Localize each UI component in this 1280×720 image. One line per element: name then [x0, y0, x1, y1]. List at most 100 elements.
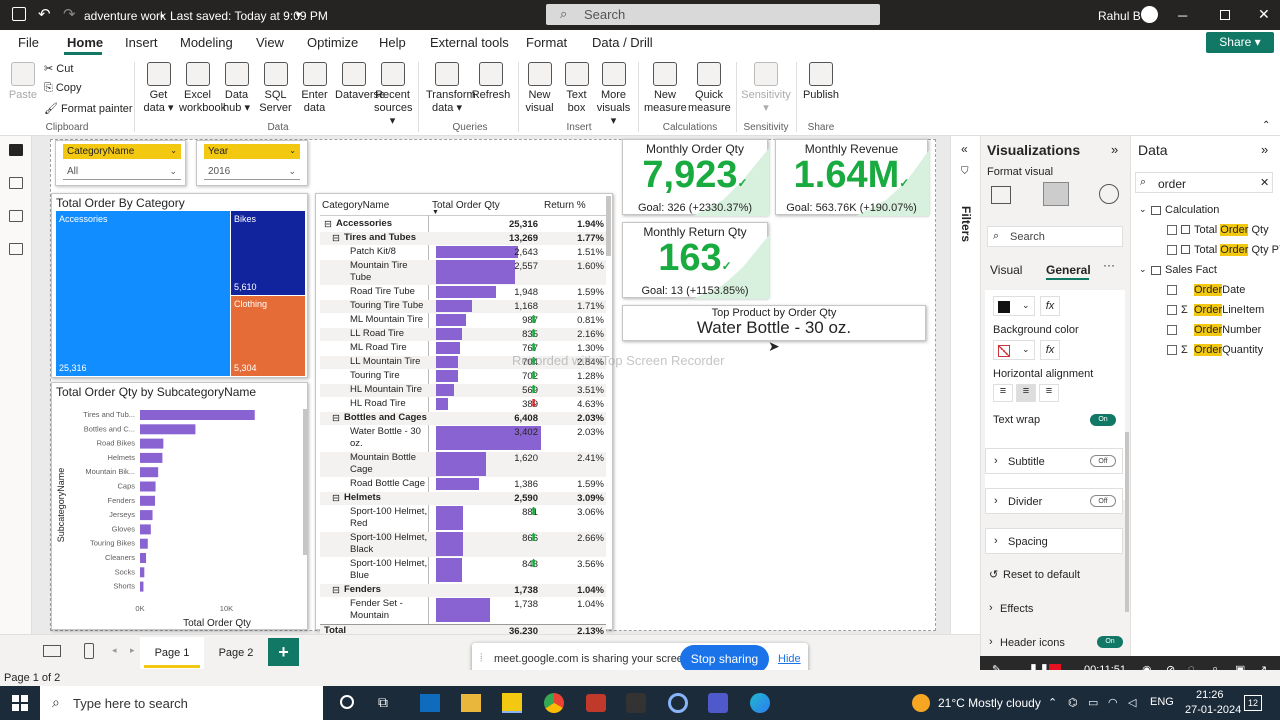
paste-button[interactable]: Paste [8, 62, 38, 102]
grammarly-icon[interactable] [668, 693, 688, 713]
table-row[interactable]: ⊟ Tires and Tubes 13,269 1.77% [320, 232, 606, 245]
field-checkbox[interactable] [1167, 305, 1177, 315]
calc-button-0[interactable]: New measure [644, 62, 687, 115]
reset-to-default-link[interactable]: Reset to default [1003, 569, 1080, 581]
table-row[interactable]: HL Road Tire 389 ⬇ 4.63% [320, 398, 606, 411]
table-row[interactable]: Patch Kit/8 2,643 1.51% [320, 246, 606, 259]
terminal-icon[interactable] [626, 693, 646, 713]
volume-icon[interactable]: ◁ [1128, 696, 1136, 709]
column-header[interactable]: Return % [544, 200, 586, 211]
bar[interactable] [140, 438, 164, 449]
queries-button-1[interactable]: Refresh [470, 62, 512, 102]
bar[interactable] [140, 524, 151, 535]
sensitivity-button[interactable]: Sensitivity ▾ [740, 62, 792, 115]
menu-view[interactable]: View [256, 35, 284, 50]
filters-label[interactable]: Filters [959, 206, 973, 242]
field-checkbox[interactable] [1167, 245, 1177, 255]
field-name[interactable]: Total Order Qty [1194, 224, 1269, 236]
clock-time[interactable]: 21:26 [1196, 689, 1224, 701]
menu-format[interactable]: Format [526, 35, 567, 50]
report-view-icon[interactable] [9, 144, 23, 156]
outlook-icon[interactable] [420, 694, 440, 712]
field-checkbox[interactable] [1167, 225, 1177, 235]
bar[interactable] [140, 481, 156, 492]
table-view-icon[interactable] [9, 177, 23, 189]
effects-section[interactable]: Effects [1000, 603, 1033, 615]
queries-button-0[interactable]: Transform data ▾ [426, 62, 476, 115]
last-saved[interactable]: Last saved: Today at 9:09 PM [170, 9, 328, 23]
table-row[interactable]: Fender Set - Mountain 1,738 1.04% [320, 598, 606, 623]
menu-file[interactable]: File [18, 35, 39, 50]
notification-icon[interactable]: 12 [1244, 695, 1262, 711]
table-row[interactable]: Sport-100 Helmet, Blue 843 ⬆ 3.56% [320, 558, 606, 583]
build-visual-icon[interactable] [991, 186, 1011, 204]
column-header[interactable]: CategoryName [322, 200, 389, 211]
slicer-dropdown[interactable]: 2016 ⌄ [204, 164, 300, 180]
menu-home[interactable]: Home [67, 35, 103, 50]
minimize-icon[interactable]: ─ [1178, 8, 1187, 23]
undo-icon[interactable]: ↶ [38, 5, 51, 23]
collapse-icon[interactable]: » [1261, 142, 1268, 157]
field-name[interactable]: OrderQuantity [1194, 344, 1263, 356]
more-options-icon[interactable]: ··· [1103, 258, 1115, 272]
bar[interactable] [140, 581, 144, 592]
collapse-icon[interactable]: ⊟ [324, 218, 332, 231]
table-name[interactable]: Calculation [1165, 204, 1219, 216]
display-icon[interactable]: ▭ [1088, 696, 1098, 709]
treemap-cell-bikes[interactable]: Bikes 5,610 [231, 211, 305, 295]
menu-help[interactable]: Help [379, 35, 406, 50]
tray-chevron-icon[interactable]: ⌃ [1048, 696, 1057, 709]
matrix-visual[interactable]: CategoryName Total Order Qty ▼ Return % … [315, 193, 613, 637]
maximize-icon[interactable] [1220, 10, 1230, 20]
redo-icon[interactable]: ↷ [63, 5, 76, 23]
menu-modeling[interactable]: Modeling [180, 35, 233, 50]
kpi-monthly-order-qty[interactable]: Monthly Order Qty 7,923✓ Goal: 326 (+233… [622, 139, 769, 216]
close-icon[interactable]: ✕ [1258, 6, 1270, 23]
table-row[interactable]: Road Bottle Cage 1,386 1.59% [320, 478, 606, 491]
table-row[interactable]: Water Bottle - 30 oz. 3,402 2.03% [320, 426, 606, 451]
page-tab-2[interactable]: Page 2 [206, 637, 266, 669]
add-page-button[interactable]: + [268, 638, 299, 666]
column-header[interactable]: Total Order Qty [432, 200, 500, 211]
filters-pane-collapsed[interactable]: « ⛉ Filters [950, 136, 980, 634]
menu-external-tools[interactable]: External tools [430, 35, 509, 50]
bar[interactable] [140, 410, 255, 420]
background-color-picker[interactable]: ⌄ [993, 340, 1035, 360]
drag-handle-icon[interactable]: ⦙ [480, 652, 482, 665]
search-box[interactable]: ⌕ Search [546, 4, 880, 25]
collapse-icon[interactable]: ⊟ [332, 492, 340, 505]
analytics-icon[interactable] [1099, 184, 1119, 204]
data-button-4[interactable]: Enter data [296, 62, 333, 115]
category-slicer[interactable]: CategoryName ⌄ All ⌄ [55, 140, 186, 186]
model-view-icon[interactable] [9, 210, 23, 222]
bar[interactable] [140, 538, 148, 549]
tab-visual[interactable]: Visual [990, 263, 1022, 277]
cortana-icon[interactable] [340, 695, 354, 709]
treemap-cell-clothing[interactable]: Clothing 5,304 [231, 296, 305, 376]
menu-data-drill[interactable]: Data / Drill [592, 35, 653, 50]
scrollbar[interactable] [606, 196, 611, 256]
collapse-icon[interactable]: ⊟ [332, 584, 340, 597]
desktop-layout-icon[interactable] [43, 645, 61, 657]
fx-button[interactable]: fx [1040, 340, 1060, 360]
file-explorer-icon[interactable] [461, 694, 481, 712]
table-row[interactable]: LL Road Tire 835 ⬆ 2.16% [320, 328, 606, 341]
text-wrap-toggle[interactable]: On [1090, 414, 1116, 426]
tab-general[interactable]: General [1046, 263, 1091, 277]
publish-button[interactable]: Publish [800, 62, 842, 102]
field-checkbox[interactable] [1167, 345, 1177, 355]
table-row[interactable]: Touring Tire Tube 1,168 1.71% [320, 300, 606, 313]
subtitle-toggle[interactable]: Off [1090, 455, 1116, 467]
bar[interactable] [140, 553, 147, 563]
language-indicator[interactable]: ENG [1150, 696, 1174, 708]
format-paintbrush-icon[interactable] [1043, 182, 1069, 206]
kpi-monthly-return-qty[interactable]: Monthly Return Qty 163✓ Goal: 13 (+1153.… [622, 222, 769, 299]
insert-button-2[interactable]: More visuals ▾ [596, 62, 631, 128]
table-row[interactable]: Touring Tire 702 ⬆ 1.28% [320, 370, 606, 383]
menu-optimize[interactable]: Optimize [307, 35, 358, 50]
header-icons-section[interactable]: Header icons [1000, 637, 1065, 649]
format-painter-button[interactable]: 🖌 Format painter [44, 102, 133, 115]
calc-button-1[interactable]: Quick measure [688, 62, 731, 115]
align-left-icon[interactable]: ≡ [993, 384, 1013, 402]
weather-text[interactable]: 21°C Mostly cloudy [938, 696, 1041, 710]
